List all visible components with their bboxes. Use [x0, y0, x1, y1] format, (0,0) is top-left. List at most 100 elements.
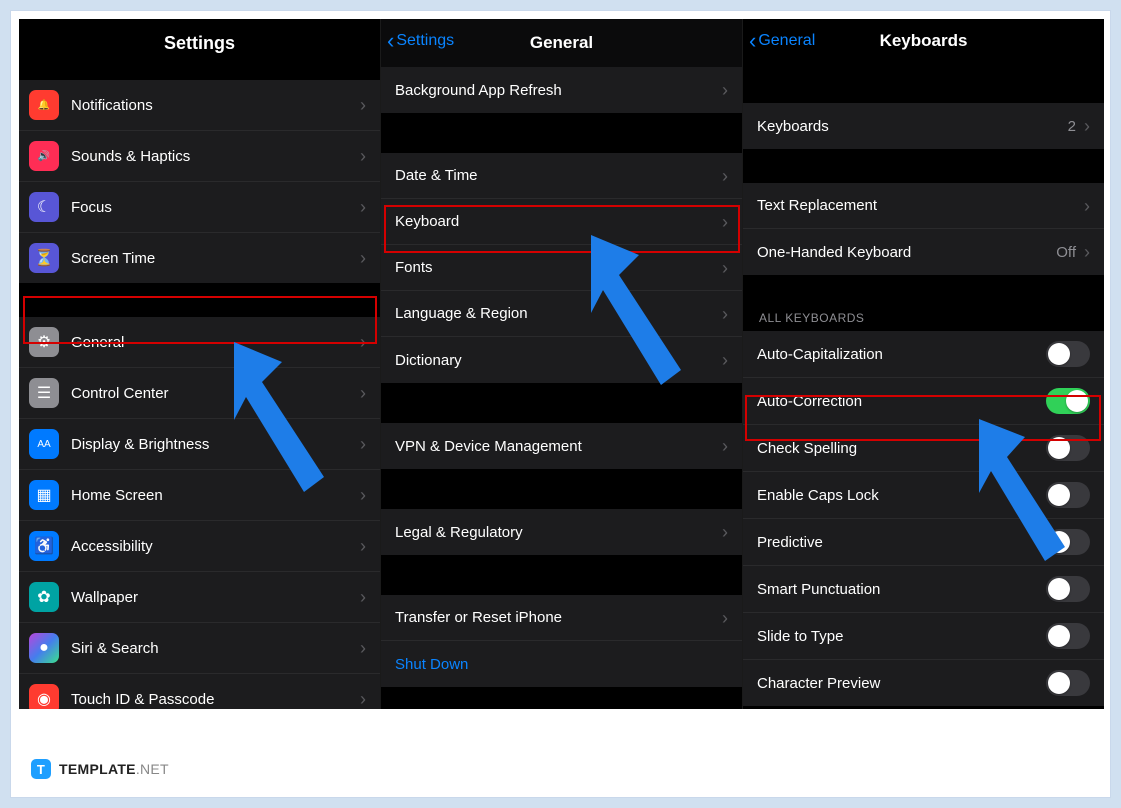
row-label: Touch ID & Passcode: [71, 691, 360, 708]
row-shut-down[interactable]: Shut Down: [381, 641, 742, 687]
row-label: Dictionary: [395, 352, 722, 369]
back-label: Settings: [396, 32, 454, 50]
row-text-replacement[interactable]: Text Replacement›: [743, 183, 1104, 229]
toggle-row-enable-caps-lock: Enable Caps Lock: [743, 472, 1104, 519]
settings-group-2: ⚙General›☰Control Center› AA Display & Bri…: [19, 317, 380, 709]
row-vpn-device-management[interactable]: VPN & Device Management›: [381, 423, 742, 469]
back-to-general[interactable]: ‹ General: [749, 19, 815, 63]
hourglass-icon: ⏳: [29, 243, 59, 273]
row-label: Notifications: [71, 97, 360, 114]
toggle-row-smart-punctuation: Smart Punctuation: [743, 566, 1104, 613]
settings-group-1: 🔔 Notifications› 🔊Sounds & Haptics›☾Focus›…: [19, 80, 380, 283]
toggle-switch[interactable]: [1046, 341, 1090, 367]
toggle-row-check-spelling: Check Spelling: [743, 425, 1104, 472]
row-touch-id-passcode[interactable]: ◉ Touch ID & Passcode›: [19, 674, 380, 709]
general-nav-header: ‹ Settings General: [381, 19, 742, 67]
toggle-label: Slide to Type: [757, 628, 1046, 645]
row-label: Siri & Search: [71, 640, 360, 657]
toggle-switch[interactable]: [1046, 435, 1090, 461]
aa-icon: AA: [29, 429, 59, 459]
toggle-switch[interactable]: [1046, 529, 1090, 555]
keyboards-panel: ‹ General Keyboards Keyboards2› Text Rep…: [743, 19, 1104, 709]
row-label: Transfer or Reset iPhone: [395, 609, 722, 626]
row-legal-regulatory[interactable]: Legal & Regulatory›: [381, 509, 742, 555]
row-notifications[interactable]: 🔔 Notifications›: [19, 80, 380, 131]
toggle-switch[interactable]: [1046, 670, 1090, 696]
all-keyboards-header: ALL KEYBOARDS: [743, 305, 1104, 331]
row-label: Keyboard: [395, 213, 722, 230]
keyboards-group-1: Keyboards2›: [743, 103, 1104, 149]
row-language-region[interactable]: Language & Region›: [381, 291, 742, 337]
keyboards-toggle-group: ALL KEYBOARDS Auto-CapitalizationAuto-Co…: [743, 305, 1104, 706]
row-display-brightness[interactable]: AA Display & Brightness›: [19, 419, 380, 470]
row-focus[interactable]: ☾Focus›: [19, 182, 380, 233]
row-label: General: [71, 334, 360, 351]
row-siri-search[interactable]: ●Siri & Search›: [19, 623, 380, 674]
general-group-4: Legal & Regulatory›: [381, 509, 742, 555]
chevron-left-icon: ‹: [387, 30, 394, 52]
chevron-right-icon: ›: [360, 486, 366, 504]
tutorial-frame: Settings 🔔Notifications›🔊Sounds & Haptic…: [10, 10, 1111, 798]
toggle-switch[interactable]: [1046, 388, 1090, 414]
row-screen-time[interactable]: ⏳Screen Time›: [19, 233, 380, 283]
chevron-right-icon: ›: [360, 639, 366, 657]
chevron-right-icon: ›: [722, 523, 728, 541]
bell-icon: 🔔: [29, 90, 59, 120]
toggle-label: Character Preview: [757, 675, 1046, 692]
row-accessibility[interactable]: ♿Accessibility›: [19, 521, 380, 572]
chevron-right-icon: ›: [1084, 197, 1090, 215]
row-keyboard[interactable]: Keyboard›: [381, 199, 742, 245]
chevron-right-icon: ›: [722, 609, 728, 627]
row-date-time[interactable]: Date & Time›: [381, 153, 742, 199]
row-label: Fonts: [395, 259, 722, 276]
toggle-switch[interactable]: [1046, 576, 1090, 602]
row-one-handed-keyboard[interactable]: One-Handed KeyboardOff›: [743, 229, 1104, 275]
toggle-switch[interactable]: [1046, 623, 1090, 649]
keyboards-nav-header: ‹ General Keyboards: [743, 19, 1104, 63]
chevron-right-icon: ›: [360, 588, 366, 606]
accessibility-icon: ♿: [29, 531, 59, 561]
settings-title: Settings: [19, 19, 380, 64]
chevron-right-icon: ›: [722, 167, 728, 185]
row-fonts[interactable]: Fonts›: [381, 245, 742, 291]
general-group-3: VPN & Device Management›: [381, 423, 742, 469]
chevron-right-icon: ›: [360, 384, 366, 402]
row-dictionary[interactable]: Dictionary›: [381, 337, 742, 383]
general-group-2: Date & Time›Keyboard›Fonts›Language & Re…: [381, 153, 742, 383]
general-group-5: Transfer or Reset iPhone›Shut Down: [381, 595, 742, 687]
row-general[interactable]: ⚙General›: [19, 317, 380, 368]
template-watermark: T TEMPLATE.NET: [31, 759, 169, 779]
row-transfer-or-reset-iphone[interactable]: Transfer or Reset iPhone›: [381, 595, 742, 641]
row-home-screen[interactable]: ▦Home Screen›: [19, 470, 380, 521]
row-label: Wallpaper: [71, 589, 360, 606]
chevron-right-icon: ›: [360, 435, 366, 453]
chevron-right-icon: ›: [722, 259, 728, 277]
chevron-right-icon: ›: [360, 333, 366, 351]
grid-icon: ▦: [29, 480, 59, 510]
row-value: Off: [1056, 244, 1076, 261]
chevron-right-icon: ›: [1084, 117, 1090, 135]
row-sounds-haptics[interactable]: 🔊Sounds & Haptics›: [19, 131, 380, 182]
speaker-icon: 🔊: [29, 141, 59, 171]
touchid-icon: ◉: [29, 684, 59, 709]
row-label: Display & Brightness: [71, 436, 360, 453]
row-control-center[interactable]: ☰Control Center›: [19, 368, 380, 419]
chevron-right-icon: ›: [722, 305, 728, 323]
back-to-settings[interactable]: ‹ Settings: [387, 19, 454, 63]
row-label: Screen Time: [71, 250, 360, 267]
toggle-row-character-preview: Character Preview: [743, 660, 1104, 706]
chevron-right-icon: ›: [360, 96, 366, 114]
keyboards-title: Keyboards: [880, 31, 968, 51]
chevron-right-icon: ›: [722, 351, 728, 369]
row-background-app-refresh[interactable]: Background App Refresh›: [381, 67, 742, 113]
row-label: One-Handed Keyboard: [757, 244, 1056, 261]
row-wallpaper[interactable]: ✿Wallpaper›: [19, 572, 380, 623]
row-label: Keyboards: [757, 118, 1068, 135]
chevron-right-icon: ›: [360, 690, 366, 708]
general-group-1: Background App Refresh›: [381, 67, 742, 113]
toggle-row-auto-correction: Auto-Correction: [743, 378, 1104, 425]
toggle-switch[interactable]: [1046, 482, 1090, 508]
row-label: Date & Time: [395, 167, 722, 184]
chevron-right-icon: ›: [722, 213, 728, 231]
row-keyboards[interactable]: Keyboards2›: [743, 103, 1104, 149]
